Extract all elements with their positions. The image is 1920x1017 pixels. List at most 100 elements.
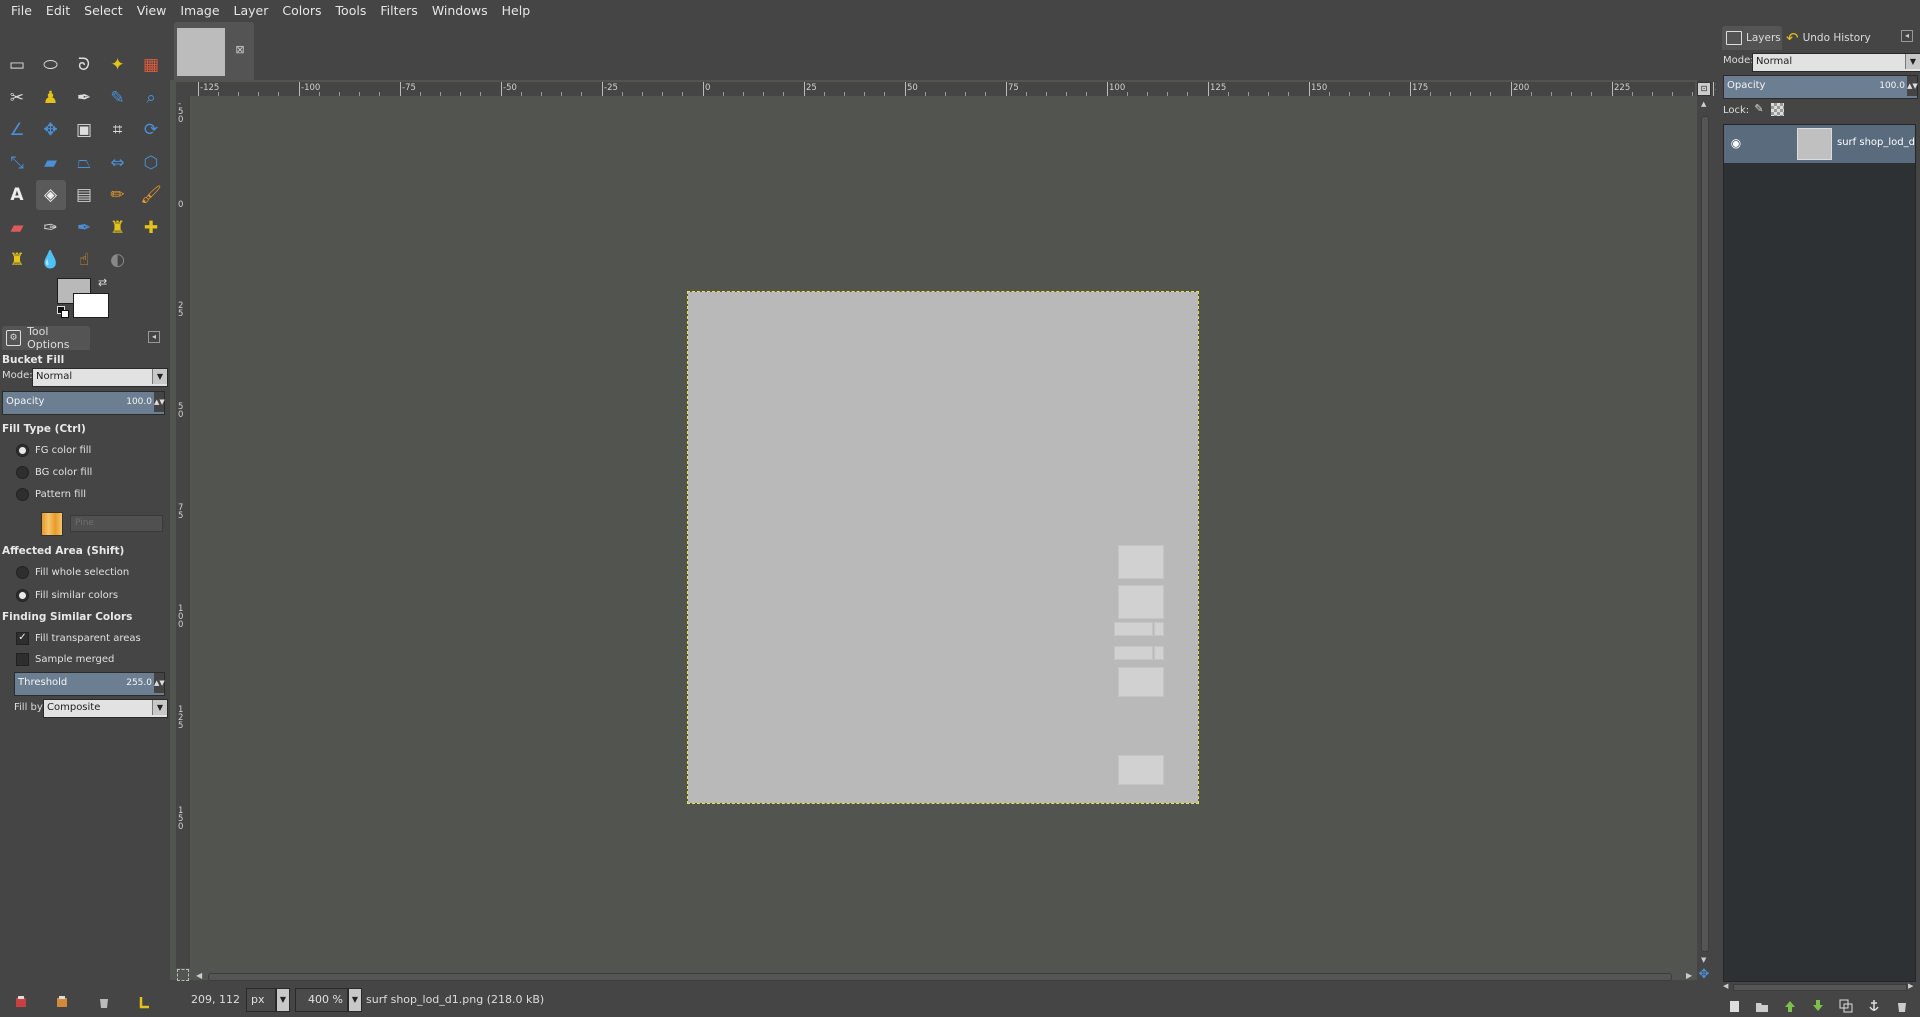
opacity-slider[interactable]: Opacity 100.0 ▲▼ <box>2 391 165 415</box>
menu-colors[interactable]: Colors <box>275 0 328 22</box>
zoom-to-fit-icon[interactable]: ⊡ <box>1697 82 1711 96</box>
scale-icon[interactable]: ⤡ <box>2 148 32 178</box>
unit-select[interactable]: px <box>246 988 276 1012</box>
delete-layer-icon[interactable] <box>1894 998 1910 1014</box>
fuzzy-select-icon[interactable]: ✦ <box>103 50 133 80</box>
rotate-icon[interactable]: ⟳ <box>136 115 166 145</box>
layer-opacity-slider[interactable]: Opacity 100.0 ▲▼ <box>1723 75 1918 99</box>
menu-view[interactable]: View <box>130 0 174 22</box>
pencil-icon[interactable]: ✏ <box>103 180 133 210</box>
duplicate-layer-icon[interactable] <box>1838 998 1854 1014</box>
pattern-name-field[interactable]: Pine <box>70 515 163 532</box>
scroll-left-icon[interactable]: ◀ <box>196 971 202 980</box>
tab-undo-history[interactable]: ↶ Undo History <box>1782 26 1898 50</box>
ellipse-select-icon[interactable]: ⬭ <box>36 50 66 80</box>
layer-list[interactable] <box>1723 124 1916 982</box>
horizontal-scrollbar[interactable]: ◀ ▶ <box>196 970 1692 982</box>
default-colors-icon[interactable] <box>57 306 69 318</box>
sample-merged-checkbox[interactable] <box>16 653 29 666</box>
raise-layer-icon[interactable] <box>1782 998 1798 1014</box>
scroll-right-icon[interactable]: ▶ <box>1908 982 1913 990</box>
horizontal-ruler[interactable]: -125 -100 -75 -50 -25 0 25 50 75 100 125 150 175 200 2… <box>190 82 1794 96</box>
menu-layer[interactable]: Layer <box>227 0 276 22</box>
perspective-icon[interactable]: ⏢ <box>69 148 99 178</box>
image-canvas[interactable] <box>687 291 1199 804</box>
save-tool-preset-icon[interactable] <box>13 994 29 1010</box>
swap-colors-icon[interactable]: ⇄ <box>98 277 110 289</box>
visibility-eye-icon[interactable]: ◉ <box>1729 136 1743 150</box>
reset-tool-options-icon[interactable] <box>137 994 153 1010</box>
radio-pattern-fill[interactable] <box>16 488 29 501</box>
panel-menu-icon[interactable]: ◂ <box>1901 30 1913 42</box>
free-select-icon[interactable]: ᘐ <box>69 50 99 80</box>
layer-list-hscroll[interactable]: ◀ ▶ <box>1723 982 1916 992</box>
delete-tool-preset-icon[interactable] <box>96 994 112 1010</box>
menu-edit[interactable]: Edit <box>39 0 77 22</box>
radio-fg-color-fill[interactable] <box>16 444 29 457</box>
quick-mask-icon[interactable] <box>177 969 189 981</box>
new-layer-group-icon[interactable] <box>1754 998 1770 1014</box>
radio-fill-whole-selection[interactable] <box>16 566 29 579</box>
ink-icon[interactable]: ✒ <box>69 213 99 243</box>
chevron-down-icon[interactable]: ▼ <box>276 988 290 1012</box>
scroll-right-icon[interactable]: ▶ <box>1686 971 1692 980</box>
layer-thumbnail[interactable] <box>1797 128 1832 160</box>
menu-windows[interactable]: Windows <box>425 0 495 22</box>
fill-by-select[interactable]: Composite ▼ <box>43 699 168 718</box>
radio-bg-color-fill[interactable] <box>16 466 29 479</box>
heal-icon[interactable]: ✚ <box>136 213 166 243</box>
scissors-select-icon[interactable]: ✂ <box>2 83 32 113</box>
spin-arrows-icon[interactable]: ▲▼ <box>1907 76 1918 96</box>
scroll-left-icon[interactable]: ◀ <box>1723 982 1728 990</box>
close-icon[interactable]: ⊠ <box>233 43 247 57</box>
vertical-ruler[interactable]: -50 0 25 50 75 100 125 150 <box>176 96 190 968</box>
flip-icon[interactable]: ⇔ <box>103 148 133 178</box>
lock-alpha-icon[interactable] <box>1771 103 1784 116</box>
airbrush-icon[interactable]: ✑ <box>36 213 66 243</box>
scroll-up-icon[interactable]: ▲ <box>1701 100 1707 108</box>
lock-pixels-icon[interactable]: ✎ <box>1752 102 1766 116</box>
menu-help[interactable]: Help <box>495 0 538 22</box>
lower-layer-icon[interactable] <box>1810 998 1826 1014</box>
horizontal-scroll-thumb[interactable] <box>1733 984 1907 991</box>
radio-fill-similar-colors[interactable] <box>16 589 29 602</box>
perspective-clone-icon[interactable]: ♜ <box>2 245 32 275</box>
bucket-fill-icon[interactable]: ◈ <box>35 180 66 210</box>
cage-transform-icon[interactable]: ⬡ <box>136 148 166 178</box>
menu-tools[interactable]: Tools <box>329 0 374 22</box>
gradient-icon[interactable]: ▤ <box>69 180 99 210</box>
crop-icon[interactable]: ⌗ <box>103 115 133 145</box>
ruler-corner[interactable] <box>176 82 190 96</box>
restore-tool-preset-icon[interactable] <box>54 994 70 1010</box>
select-by-color-icon[interactable]: ▦ <box>136 50 166 80</box>
chevron-down-icon[interactable]: ▼ <box>348 988 362 1012</box>
menu-filters[interactable]: Filters <box>373 0 424 22</box>
mode-select[interactable]: Normal ▼ <box>32 368 168 387</box>
anchor-layer-icon[interactable] <box>1866 998 1882 1014</box>
move-icon[interactable]: ✥ <box>36 115 66 145</box>
spin-arrows-icon[interactable]: ▲▼ <box>154 392 165 412</box>
scroll-down-icon[interactable]: ▼ <box>1701 956 1707 964</box>
spin-arrows-icon[interactable]: ▲▼ <box>154 673 165 693</box>
text-icon[interactable]: A <box>2 180 32 210</box>
clone-icon[interactable]: ♜ <box>103 213 133 243</box>
menu-file[interactable]: File <box>4 0 39 22</box>
background-color-swatch[interactable] <box>73 293 109 318</box>
blur-sharpen-icon[interactable]: 💧 <box>36 245 66 275</box>
color-picker-icon[interactable]: ✎ <box>103 83 133 113</box>
zoom-select[interactable]: 400 % <box>295 988 348 1012</box>
eraser-icon[interactable]: ▰ <box>2 213 32 243</box>
pattern-swatch[interactable] <box>41 512 63 536</box>
threshold-slider[interactable]: Threshold 255.0 ▲▼ <box>14 672 165 696</box>
zoom-icon[interactable]: ⌕ <box>136 83 166 113</box>
align-icon[interactable]: ▣ <box>69 115 99 145</box>
tab-layers[interactable]: Layers <box>1722 26 1782 50</box>
paths-icon[interactable]: ✒ <box>69 83 99 113</box>
panel-menu-icon[interactable]: ◂ <box>148 331 160 343</box>
dodge-burn-icon[interactable]: ◐ <box>103 245 133 275</box>
menu-select[interactable]: Select <box>77 0 130 22</box>
horizontal-scroll-thumb[interactable] <box>208 973 1672 981</box>
rect-select-icon[interactable]: ▭ <box>2 50 32 80</box>
navigate-icon[interactable]: ✥ <box>1697 968 1711 982</box>
image-tab-thumbnail[interactable] <box>177 28 225 76</box>
